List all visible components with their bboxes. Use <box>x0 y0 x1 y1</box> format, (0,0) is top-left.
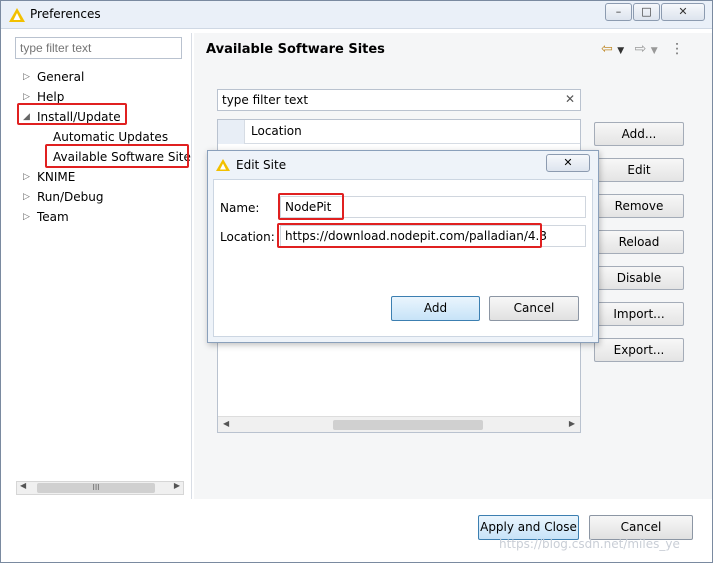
enabled-column-header[interactable] <box>218 120 245 144</box>
tree-item-label: General <box>37 70 85 84</box>
dialog-title: Edit Site <box>236 158 287 172</box>
dialog-close-button[interactable]: ✕ <box>546 154 590 172</box>
maximize-button[interactable]: □ <box>633 3 660 21</box>
app-logo-icon <box>9 8 25 22</box>
dialog-title-bar: Edit Site ✕ <box>208 151 598 179</box>
remove-site-button[interactable]: Remove <box>594 194 684 218</box>
page-navigation: ⇦ ▼ ⇨ ▼ ⋮ <box>601 41 684 57</box>
close-icon: ✕ <box>678 5 688 18</box>
app-logo-icon <box>216 159 230 171</box>
highlight-box <box>278 193 344 220</box>
edit-site-dialog: Edit Site ✕ Name: NodePit Location: http… <box>207 150 599 343</box>
minimize-button[interactable]: – <box>605 3 632 21</box>
forward-arrow-icon[interactable]: ⇨ <box>635 41 647 57</box>
filter-text: type filter text <box>222 93 309 107</box>
table-header: Location <box>218 120 580 144</box>
disable-site-button[interactable]: Disable <box>594 266 684 290</box>
dialog-add-button[interactable]: Add <box>391 296 480 321</box>
highlight-box <box>277 223 542 248</box>
highlight-box <box>17 103 127 125</box>
preferences-window: Preferences – □ ✕ ▷ General ▷ Help ◢ Ins… <box>0 0 713 563</box>
chevron-right-icon[interactable]: ▷ <box>23 187 30 207</box>
scrollbar-thumb[interactable] <box>333 420 483 430</box>
add-site-button[interactable]: Add... <box>594 122 684 146</box>
clear-filter-icon[interactable]: ✕ <box>565 92 575 106</box>
tree-item-label: Team <box>37 210 69 224</box>
tree-item-label: KNIME <box>37 170 76 184</box>
tree-horizontal-scrollbar[interactable]: ◀ III ▶ <box>16 481 184 495</box>
table-horizontal-scrollbar[interactable]: ◀ ▶ <box>218 416 580 432</box>
view-menu-icon[interactable]: ⋮ <box>670 41 684 57</box>
scrollbar-thumb[interactable]: III <box>37 483 155 493</box>
location-column-header[interactable]: Location <box>251 124 302 138</box>
import-sites-button[interactable]: Import... <box>594 302 684 326</box>
chevron-right-icon[interactable]: ▷ <box>23 167 30 187</box>
chevron-right-icon[interactable]: ▷ <box>23 67 30 87</box>
close-button[interactable]: ✕ <box>661 3 705 21</box>
close-icon: ✕ <box>563 156 573 169</box>
edit-site-button[interactable]: Edit <box>594 158 684 182</box>
chevron-right-icon[interactable]: ▷ <box>23 207 30 227</box>
title-bar: Preferences – □ ✕ <box>1 1 712 29</box>
dialog-cancel-button[interactable]: Cancel <box>489 296 579 321</box>
name-label: Name: <box>220 201 260 215</box>
highlight-box <box>45 144 189 168</box>
preference-tree-panel: ▷ General ▷ Help ◢ Install/Update Automa… <box>9 33 192 499</box>
scroll-right-icon[interactable]: ▶ <box>174 481 180 490</box>
window-title: Preferences <box>30 7 101 21</box>
tree-filter-input[interactable] <box>15 37 182 59</box>
reload-site-button[interactable]: Reload <box>594 230 684 254</box>
scroll-right-icon[interactable]: ▶ <box>569 419 575 428</box>
page-title: Available Software Sites <box>206 42 385 57</box>
minimize-icon: – <box>615 5 622 18</box>
forward-menu-chevron-icon[interactable]: ▼ <box>651 46 658 56</box>
maximize-icon: □ <box>641 5 652 18</box>
export-sites-button[interactable]: Export... <box>594 338 684 362</box>
location-label: Location: <box>220 230 275 244</box>
scroll-left-icon[interactable]: ◀ <box>20 481 26 490</box>
watermark-text: https://blog.csdn.net/miles_ye <box>499 537 680 551</box>
tree-item-label: Run/Debug <box>37 190 104 204</box>
sites-filter-input[interactable]: type filter text ✕ <box>217 89 581 111</box>
back-menu-chevron-icon[interactable]: ▼ <box>617 46 624 56</box>
scroll-left-icon[interactable]: ◀ <box>223 419 229 428</box>
back-arrow-icon[interactable]: ⇦ <box>601 41 613 57</box>
